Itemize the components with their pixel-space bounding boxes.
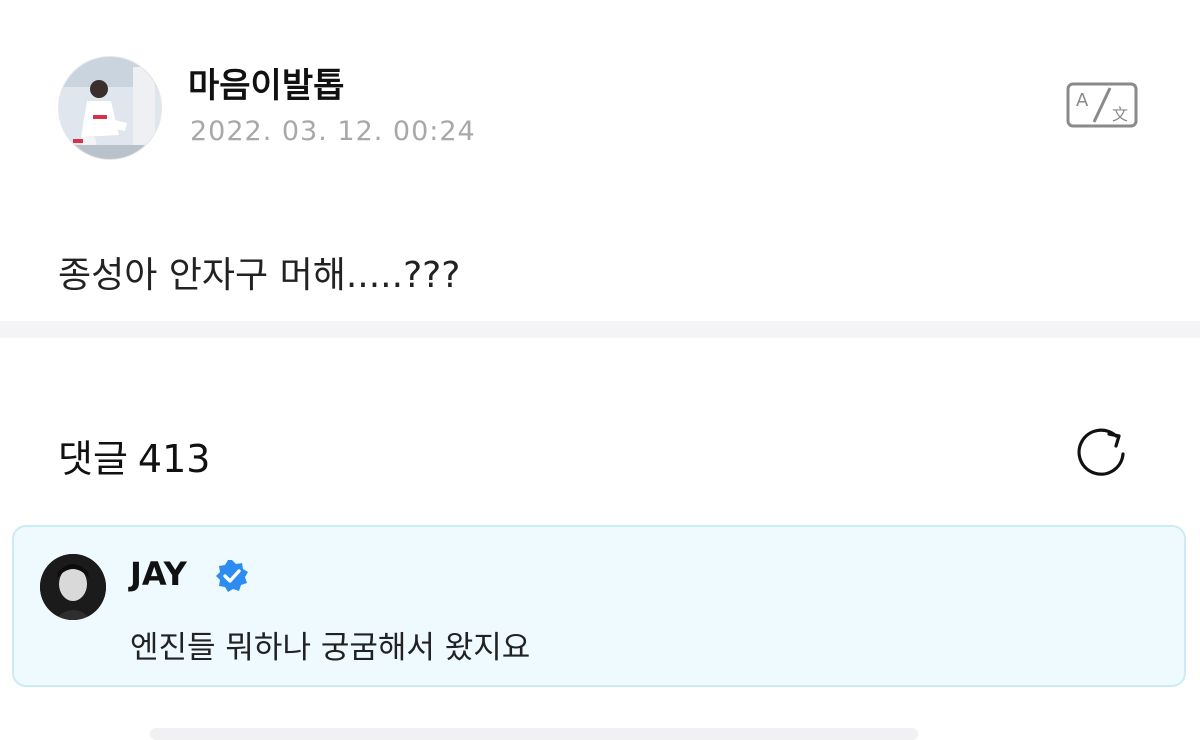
- translate-icon: A 文: [1066, 82, 1138, 128]
- comment-text: 엔진들 뭐하나 궁굼해서 왔지요: [130, 630, 531, 666]
- post-author-avatar[interactable]: [58, 56, 162, 160]
- refresh-icon: [1077, 428, 1125, 476]
- svg-text:A: A: [1076, 90, 1089, 111]
- pinned-comment[interactable]: JAY 엔진들 뭐하나 궁굼해서 왔지요: [12, 525, 1186, 687]
- comments-label: 댓글: [58, 437, 128, 481]
- translate-button[interactable]: A 文: [1066, 82, 1138, 128]
- svg-text:文: 文: [1112, 105, 1128, 124]
- post-author-name[interactable]: 마음이발톱: [188, 58, 344, 107]
- comment-author-avatar[interactable]: [40, 554, 106, 620]
- next-comment-placeholder: [150, 728, 918, 740]
- comment-author-name[interactable]: JAY: [130, 555, 187, 593]
- refresh-button[interactable]: [1072, 424, 1130, 480]
- section-divider: [0, 321, 1200, 338]
- comments-header: 댓글 413: [58, 428, 210, 483]
- post-body-text: 종성아 안자구 머해.....???: [58, 255, 461, 296]
- comments-count: 413: [137, 437, 211, 481]
- post-timestamp: 2022. 03. 12. 00:24: [190, 116, 476, 147]
- verified-badge-icon: [216, 560, 248, 592]
